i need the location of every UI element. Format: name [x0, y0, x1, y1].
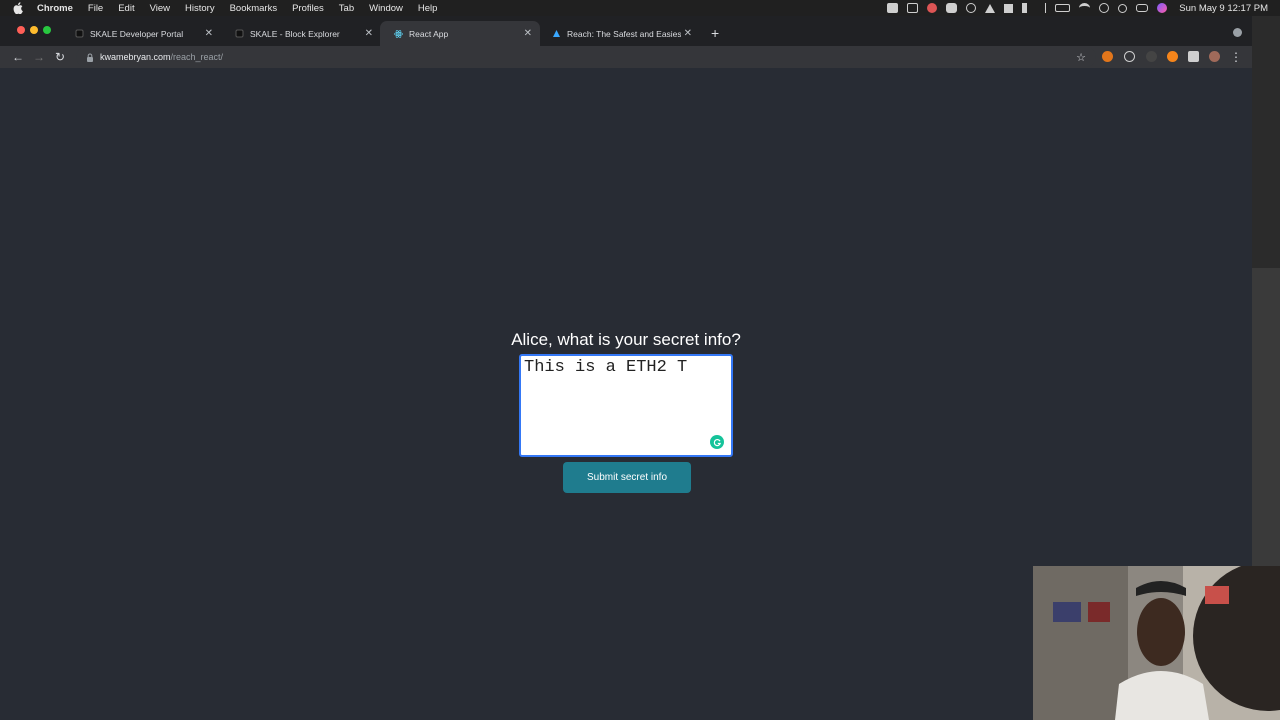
close-window-button[interactable] — [17, 26, 25, 34]
tab-title: Reach: The Safest and Easiest — [567, 28, 681, 39]
menu-view[interactable]: View — [150, 3, 170, 14]
tab-strip: SKALE Developer Portal ✕ SKALE - Block E… — [0, 16, 1252, 46]
menu-bookmarks[interactable]: Bookmarks — [230, 3, 278, 14]
apple-icon[interactable] — [13, 2, 25, 14]
extension-orange-icon[interactable] — [1167, 51, 1178, 62]
docker-icon[interactable] — [887, 3, 899, 13]
metamask-extension-icon[interactable] — [1102, 51, 1113, 62]
siri-icon[interactable] — [1157, 3, 1168, 13]
bluetooth-off-icon[interactable] — [1040, 3, 1047, 13]
extension-a-icon[interactable] — [1124, 51, 1135, 62]
skale-icon — [235, 29, 244, 38]
submit-secret-button[interactable]: Submit secret info — [563, 462, 691, 493]
close-tab-icon[interactable]: ✕ — [365, 28, 373, 39]
minimize-window-button[interactable] — [30, 26, 38, 34]
profile-avatar[interactable] — [1209, 51, 1220, 62]
address-bar[interactable]: kwamebryan.com/reach_react/ — [76, 47, 1096, 67]
timer-icon[interactable] — [966, 3, 977, 13]
grammarly-icon[interactable] — [710, 435, 724, 449]
skale-icon — [75, 29, 84, 38]
url-host: kwamebryan.com — [100, 52, 171, 62]
back-button[interactable]: ← — [11, 50, 25, 64]
menu-app-chrome[interactable]: Chrome — [37, 3, 73, 14]
secret-info-textarea[interactable] — [519, 354, 733, 457]
zoom-window-button[interactable] — [43, 26, 51, 34]
menu-window[interactable]: Window — [369, 3, 403, 14]
menu-help[interactable]: Help — [418, 3, 438, 14]
chrome-menu-icon[interactable]: ⋮ — [1229, 50, 1243, 64]
menu-profiles[interactable]: Profiles — [292, 3, 324, 14]
menu-history[interactable]: History — [185, 3, 215, 14]
menu-bar: Chrome File Edit View History Bookmarks … — [0, 0, 1280, 16]
extension-h-icon[interactable] — [1146, 51, 1157, 62]
menubar-clock[interactable]: Sun May 9 12:17 PM — [1179, 3, 1268, 14]
browser-toolbar: ← → ↻ kwamebryan.com/reach_react/ ☆ ⋮ — [0, 46, 1252, 68]
menu-tab[interactable]: Tab — [339, 3, 354, 14]
lock-icon — [87, 53, 93, 62]
reach-icon — [552, 29, 561, 38]
screen-capture-icon[interactable] — [907, 3, 919, 13]
user-icon[interactable] — [1099, 3, 1110, 13]
background-window-panel — [1252, 268, 1280, 598]
react-icon — [394, 29, 403, 38]
close-tab-icon[interactable]: ✕ — [684, 28, 692, 39]
tab-search-icon[interactable] — [1233, 28, 1242, 37]
tab-title: React App — [409, 28, 449, 39]
control-center-icon[interactable] — [1136, 4, 1149, 12]
volume-icon[interactable] — [1022, 3, 1031, 13]
close-tab-icon[interactable]: ✕ — [205, 28, 213, 39]
new-tab-button[interactable]: + — [711, 26, 719, 40]
upload-icon[interactable] — [985, 3, 996, 13]
zoom-icon[interactable] — [946, 3, 958, 13]
close-tab-icon[interactable]: ✕ — [524, 28, 532, 39]
tab-react-app[interactable]: React App ✕ — [380, 21, 540, 46]
menu-file[interactable]: File — [88, 3, 103, 14]
recording-icon[interactable] — [927, 3, 938, 13]
tab-title: SKALE Developer Portal — [90, 28, 184, 39]
tab-skale-block-explorer[interactable]: SKALE - Block Explorer ✕ — [221, 21, 381, 46]
tab-skale-developer-portal[interactable]: SKALE Developer Portal ✕ — [61, 21, 221, 46]
reload-button[interactable]: ↻ — [53, 50, 67, 64]
webcam-overlay — [1033, 566, 1280, 720]
tab-reach[interactable]: Reach: The Safest and Easiest ✕ — [538, 21, 700, 46]
search-icon[interactable] — [1118, 3, 1128, 13]
battery-icon[interactable] — [1055, 4, 1071, 12]
extensions-puzzle-icon[interactable] — [1188, 51, 1199, 62]
forward-button[interactable]: → — [32, 50, 46, 64]
secret-prompt: Alice, what is your secret info? — [511, 330, 741, 349]
url-path: /reach_react/ — [170, 52, 224, 62]
wifi-icon[interactable] — [1079, 3, 1091, 13]
status-area: Sun May 9 12:17 PM — [887, 0, 1280, 16]
menu-edit[interactable]: Edit — [118, 3, 134, 14]
bookmark-star-icon[interactable]: ☆ — [1074, 50, 1088, 64]
tab-title: SKALE - Block Explorer — [250, 28, 340, 39]
stop-icon[interactable] — [1004, 3, 1014, 13]
